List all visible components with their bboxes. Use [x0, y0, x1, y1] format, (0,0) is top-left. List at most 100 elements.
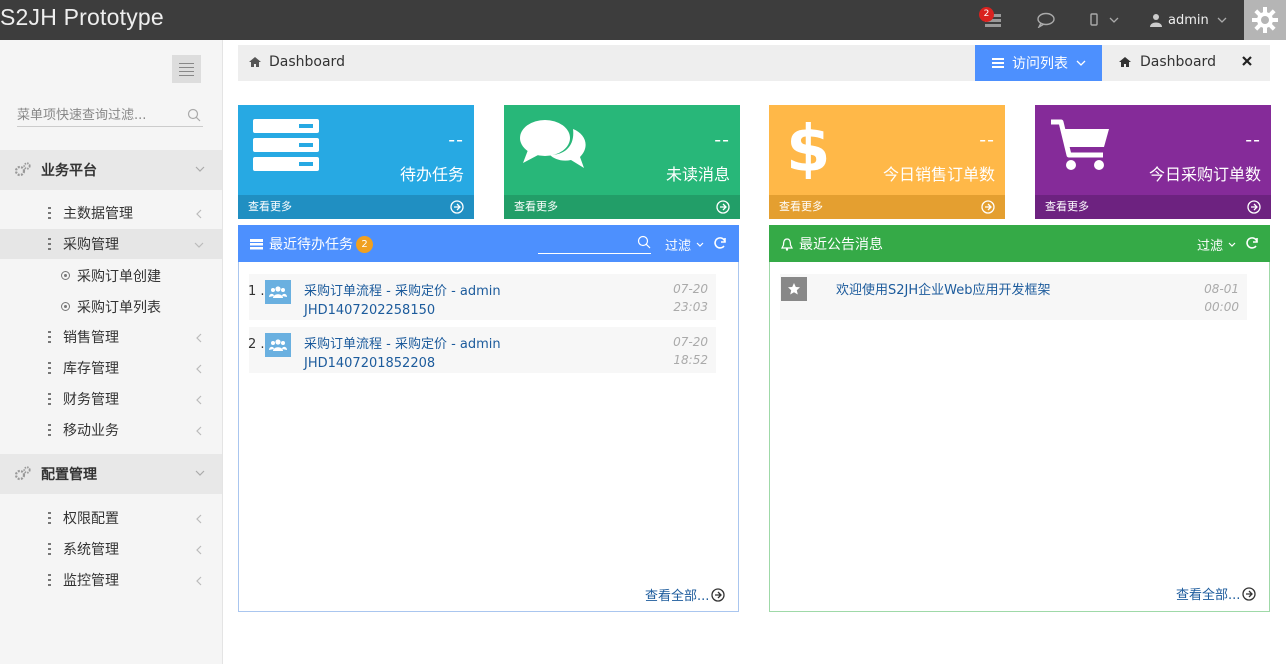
- todo-filter-dropdown[interactable]: 过滤: [665, 235, 705, 254]
- see-all-label: 查看全部...: [645, 589, 710, 604]
- gear-icon: [1252, 7, 1278, 33]
- task-title-link[interactable]: 采购订单流程 - 采购定价 - admin: [304, 280, 501, 299]
- sidebar-item-monitor[interactable]: 监控管理: [0, 565, 222, 595]
- mobile-icon: [1090, 13, 1098, 26]
- tile-todo[interactable]: -- 待办任务 查看更多: [238, 105, 474, 219]
- home-icon: [249, 57, 261, 67]
- sidebar-item-permissions[interactable]: 权限配置: [0, 503, 222, 533]
- chevron-left-icon: [196, 545, 202, 555]
- settings-button[interactable]: [1244, 0, 1286, 40]
- tile-sales-orders[interactable]: $ -- 今日销售订单数 查看更多: [769, 105, 1005, 219]
- refresh-icon[interactable]: [713, 236, 727, 250]
- radio-dot-icon: [61, 302, 70, 311]
- sidebar-item-master-data[interactable]: 主数据管理: [0, 198, 222, 228]
- sidebar-item-mobile[interactable]: 移动业务: [0, 415, 222, 445]
- breadcrumb-label: Dashboard: [269, 54, 345, 70]
- star-icon: [781, 277, 807, 301]
- sidebar-item-label: 主数据管理: [63, 206, 133, 222]
- tile-more-link[interactable]: 查看更多: [238, 195, 474, 219]
- sidebar-item-purchase[interactable]: 采购管理: [0, 229, 222, 259]
- grip-icon: [48, 393, 51, 405]
- dollar-icon: $: [786, 113, 831, 179]
- chevron-down-icon: [696, 242, 704, 247]
- notification-button[interactable]: 2: [979, 0, 1004, 40]
- task-code-link[interactable]: JHD1407201852208: [304, 356, 435, 371]
- close-icon[interactable]: [1241, 55, 1253, 67]
- tab-dashboard[interactable]: Dashboard: [1118, 54, 1216, 70]
- grip-icon: [48, 512, 51, 524]
- arrow-circle-right-icon: [450, 200, 464, 214]
- user-menu[interactable]: admin: [1149, 0, 1229, 40]
- visit-list-label: 访问列表: [1012, 56, 1068, 72]
- todo-search-input[interactable]: [538, 232, 633, 252]
- todo-list-item[interactable]: 1 . 采购订单流程 - 采购定价 - admin JHD14072022581…: [248, 274, 716, 320]
- grip-icon: [48, 238, 51, 250]
- grip-icon: [48, 331, 51, 343]
- chevron-down-icon: [195, 470, 205, 476]
- todo-search: [538, 232, 651, 254]
- mobile-menu-button[interactable]: [1089, 0, 1121, 40]
- tile-purchase-orders[interactable]: -- 今日采购订单数 查看更多: [1035, 105, 1271, 219]
- sidebar-subitem-label: 采购订单列表: [77, 300, 161, 316]
- task-title-link[interactable]: 采购订单流程 - 采购定价 - admin: [304, 333, 501, 352]
- task-code-link[interactable]: JHD1407202258150: [304, 303, 435, 318]
- chevron-left-icon: [196, 426, 202, 436]
- notice-date: 08-01: [1204, 282, 1239, 296]
- tile-more-label: 查看更多: [514, 200, 558, 213]
- tile-unread[interactable]: -- 未读消息 查看更多: [504, 105, 740, 219]
- comments-icon: [520, 120, 586, 168]
- shopping-cart-icon: [1051, 119, 1109, 170]
- tile-label: 今日销售订单数: [882, 165, 995, 184]
- task-date: 07-20: [673, 282, 708, 296]
- tile-more-link[interactable]: 查看更多: [504, 195, 740, 219]
- menu-filter: [17, 104, 203, 127]
- search-icon[interactable]: [637, 235, 651, 249]
- radio-dot-icon: [61, 271, 70, 280]
- notification-badge: 2: [979, 7, 994, 22]
- sidebar-item-sales[interactable]: 销售管理: [0, 322, 222, 352]
- sidebar-item-system[interactable]: 系统管理: [0, 534, 222, 564]
- refresh-icon[interactable]: [1245, 236, 1259, 250]
- brand-title[interactable]: S2JH Prototype: [0, 4, 164, 31]
- tile-label: 未读消息: [665, 165, 730, 184]
- menu-group-business[interactable]: 业务平台: [0, 150, 222, 190]
- search-icon[interactable]: [187, 108, 201, 122]
- menu-group-config[interactable]: 配置管理: [0, 454, 222, 494]
- sidebar-subitem-po-create[interactable]: 采购订单创建: [0, 260, 222, 290]
- tile-more-link[interactable]: 查看更多: [769, 195, 1005, 219]
- sidebar-subitem-po-list[interactable]: 采购订单列表: [0, 291, 222, 321]
- arrow-circle-right-icon: [981, 200, 995, 214]
- tile-more-link[interactable]: 查看更多: [1035, 195, 1271, 219]
- sidebar-item-label: 财务管理: [63, 392, 119, 408]
- menu-group-label: 业务平台: [41, 163, 97, 179]
- sidebar-item-label: 采购管理: [63, 237, 119, 253]
- notice-title-link[interactable]: 欢迎使用S2JH企业Web应用开发框架: [836, 279, 1050, 298]
- chat-icon: [1037, 12, 1055, 28]
- filter-label: 过滤: [1197, 239, 1224, 254]
- chevron-down-icon: [1109, 17, 1119, 23]
- menu-filter-input[interactable]: [17, 104, 185, 126]
- chevron-left-icon: [196, 333, 202, 343]
- notice-list-item[interactable]: 欢迎使用S2JH企业Web应用开发框架 08-01 00:00: [780, 274, 1247, 320]
- sidebar-item-label: 监控管理: [63, 573, 119, 589]
- task-datetime: 07-20 23:03: [673, 280, 708, 316]
- panel-title: 最近公告消息: [781, 234, 883, 254]
- notice-filter-dropdown[interactable]: 过滤: [1197, 235, 1237, 254]
- chevron-down-icon: [1217, 17, 1227, 23]
- tasks-icon: [250, 239, 263, 250]
- messages-button[interactable]: [1036, 0, 1056, 40]
- notice-datetime: 08-01 00:00: [1204, 280, 1239, 316]
- sidebar-item-label: 销售管理: [63, 330, 119, 346]
- sidebar-toggle-button[interactable]: [172, 55, 201, 83]
- chevron-down-icon: [195, 166, 205, 172]
- visit-list-button[interactable]: 访问列表: [975, 45, 1102, 81]
- notice-see-all-link[interactable]: 查看全部...: [1176, 584, 1257, 603]
- sidebar-item-inventory[interactable]: 库存管理: [0, 353, 222, 383]
- tile-value: --: [714, 129, 730, 151]
- group-icon: [265, 280, 291, 304]
- todo-list-item[interactable]: 2 . 采购订单流程 - 采购定价 - admin JHD14072018522…: [248, 327, 716, 373]
- sidebar-item-finance[interactable]: 财务管理: [0, 384, 222, 414]
- tile-more-label: 查看更多: [1045, 200, 1089, 213]
- todo-see-all-link[interactable]: 查看全部...: [645, 585, 726, 604]
- item-number: 2 .: [248, 337, 265, 352]
